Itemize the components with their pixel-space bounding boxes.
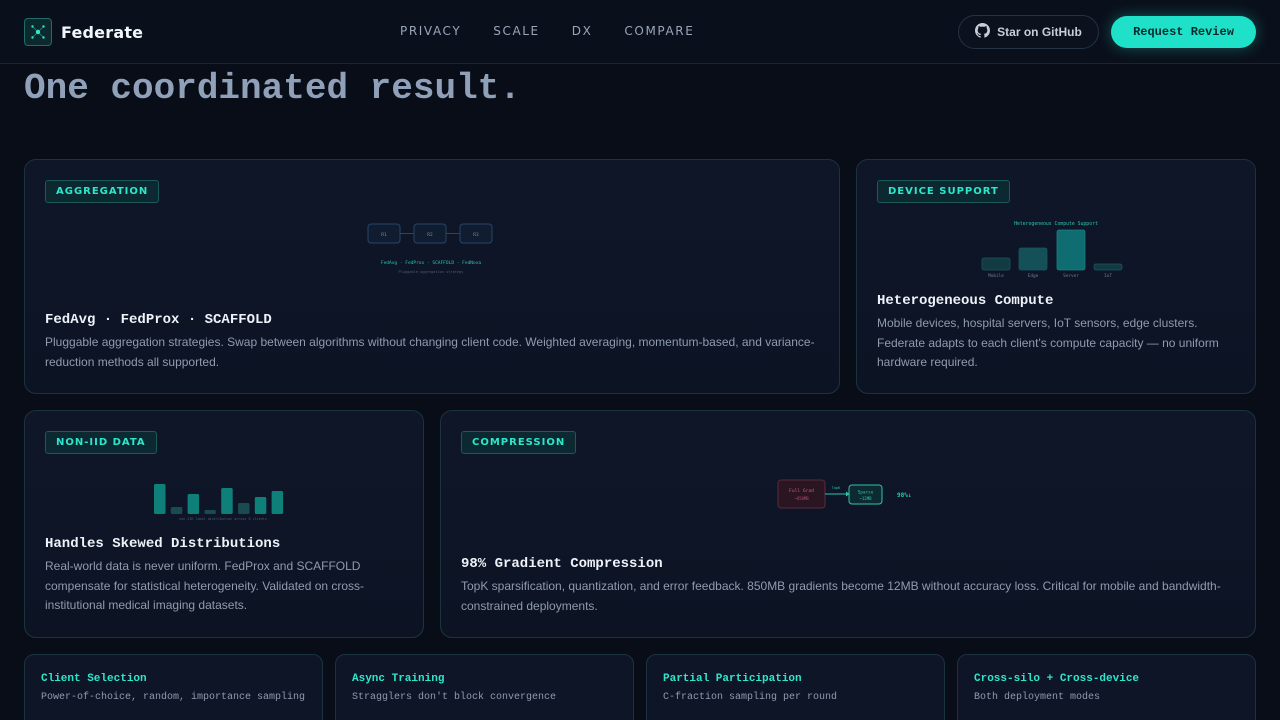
hero-headline: One coordinated result. xyxy=(24,68,521,109)
device-support-title: Heterogeneous Compute xyxy=(877,293,1054,309)
device-label-iot: IoT xyxy=(1104,273,1112,279)
brand[interactable]: Federate xyxy=(24,18,143,46)
aggregation-tag: AGGREGATION xyxy=(45,180,160,203)
logo-icon xyxy=(24,18,52,46)
aggregation-card: AGGREGATION R1 R2 R3 FedAvg · FedProx · … xyxy=(24,159,840,394)
node-r2-label: R2 xyxy=(427,232,433,238)
full-grad-label: Full Grad xyxy=(789,488,814,494)
compression-illustration: Full Grad ~850MB TopK Sparse ~12MB 98%↓ xyxy=(777,479,911,509)
device-bar-iot xyxy=(1093,263,1123,271)
client-bar-8 xyxy=(271,491,284,514)
compression-arrow-label: TopK xyxy=(832,486,841,490)
client-bar-6 xyxy=(238,503,250,514)
device-chart-title: Heterogeneous Compute Support xyxy=(1014,221,1098,227)
nav-link-privacy[interactable]: PRIVACY xyxy=(400,24,461,38)
feature-title: Async Training xyxy=(352,673,445,685)
device-bar-mobile xyxy=(981,257,1011,271)
device-illustration: Heterogeneous Compute Support Mobile Edg… xyxy=(981,221,1123,279)
client-bar-5 xyxy=(221,488,233,514)
feature-title: Cross-silo + Cross-device xyxy=(974,673,1140,685)
non-iid-description: Real-world data is never uniform. FedPro… xyxy=(45,559,365,612)
feature-card-cross-silo: Cross-silo + Cross-device Both deploymen… xyxy=(957,654,1256,720)
nav-links: PRIVACY SCALE DX COMPARE xyxy=(400,24,694,38)
top-nav: Federate PRIVACY SCALE DX COMPARE Star o… xyxy=(0,0,1280,64)
feature-description: C-fraction sampling per round xyxy=(663,692,838,703)
feature-description: Stragglers don't block convergence xyxy=(352,692,557,703)
node-r3-label: R3 xyxy=(473,232,479,238)
sparse-label: Sparse xyxy=(858,490,874,496)
feature-description: Power-of-choice, random, importance samp… xyxy=(41,692,306,703)
full-grad-size: ~850MB xyxy=(794,496,809,501)
star-github-label: Star on GitHub xyxy=(997,25,1082,39)
device-support-tag: DEVICE SUPPORT xyxy=(877,180,1010,203)
sparse-size: ~12MB xyxy=(859,496,872,501)
device-support-card: DEVICE SUPPORT Heterogeneous Compute Sup… xyxy=(856,159,1256,394)
node-r1-label: R1 xyxy=(381,232,387,238)
client-bar-1 xyxy=(154,484,166,514)
strategy-list: FedAvg · FedProx · SCAFFOLD · FedNova xyxy=(381,260,482,266)
non-iid-card: NON-IID DATA non-IID label distribution … xyxy=(24,410,424,638)
aggregation-description: Pluggable aggregation strategies. Swap b… xyxy=(45,335,815,369)
nav-link-compare[interactable]: COMPARE xyxy=(624,24,694,38)
feature-card-async-training: Async Training Stragglers don't block co… xyxy=(335,654,634,720)
device-label-server: Server xyxy=(1063,273,1079,279)
nav-link-scale[interactable]: SCALE xyxy=(493,24,539,38)
aggregation-illustration: R1 R2 R3 FedAvg · FedProx · SCAFFOLD · F… xyxy=(367,223,493,274)
brand-name: Federate xyxy=(61,22,144,42)
client-bar-7 xyxy=(254,497,267,514)
full-grad-box xyxy=(777,479,826,509)
client-bar-3 xyxy=(187,494,200,514)
non-iid-illustration: non-IID label distribution across 8 clie… xyxy=(154,484,284,521)
feature-title: Client Selection xyxy=(41,673,147,685)
compression-card: COMPRESSION Full Grad ~850MB TopK Sparse… xyxy=(440,410,1256,638)
device-label-mobile: Mobile xyxy=(988,273,1004,279)
nav-link-dx[interactable]: DX xyxy=(572,24,593,38)
compression-title: 98% Gradient Compression xyxy=(461,556,663,572)
client-bar-4 xyxy=(204,510,216,514)
non-iid-caption: non-IID label distribution across 8 clie… xyxy=(179,517,267,521)
compression-ratio: 98%↓ xyxy=(897,492,911,499)
compression-description: TopK sparsification, quantization, and e… xyxy=(461,579,1221,613)
feature-description: Both deployment modes xyxy=(974,692,1101,703)
client-bar-2 xyxy=(170,507,183,514)
non-iid-title: Handles Skewed Distributions xyxy=(45,536,281,552)
non-iid-tag: NON-IID DATA xyxy=(45,431,157,454)
device-bar-server xyxy=(1056,229,1086,271)
feature-card-client-selection: Client Selection Power-of-choice, random… xyxy=(24,654,323,720)
device-support-description: Mobile devices, hospital servers, IoT se… xyxy=(877,316,1219,369)
compression-tag: COMPRESSION xyxy=(461,431,577,454)
device-bar-edge xyxy=(1018,247,1048,271)
device-label-edge: Edge xyxy=(1028,273,1039,279)
feature-card-partial-participation: Partial Participation C-fraction samplin… xyxy=(646,654,945,720)
star-github-button[interactable]: Star on GitHub xyxy=(958,15,1099,49)
request-review-button[interactable]: Request Review xyxy=(1111,16,1256,48)
feature-title: Partial Participation xyxy=(663,673,802,685)
strategy-caption: Pluggable aggregation strategy xyxy=(399,270,465,274)
github-icon xyxy=(975,23,991,41)
aggregation-title: FedAvg · FedProx · SCAFFOLD xyxy=(45,312,272,328)
